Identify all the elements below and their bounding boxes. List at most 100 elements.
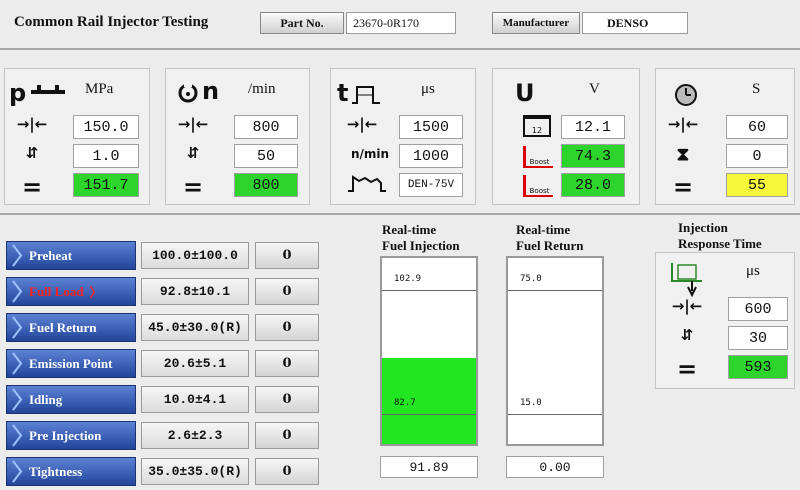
target-icon: →|← [346,115,378,133]
test-item-count-button[interactable]: 0 [255,350,319,377]
test-item-count-button[interactable]: 0 [255,278,319,305]
response-title: Injection Response Time [678,220,762,252]
return-lower-label: 15.0 [520,398,542,408]
battery-icon: 12 [523,115,551,137]
response-actual: 593 [728,355,788,379]
part-no-field[interactable]: 23670-0R170 [346,12,456,34]
test-item-tightness[interactable]: Tightness [6,457,136,486]
tolerance-icon: ⇵ [25,144,39,162]
chevron-right-icon [12,388,23,411]
test-item-idling[interactable]: Idling [6,385,136,414]
speed-symbol: n [202,77,220,105]
injection-title-line2: Fuel Injection [382,238,460,253]
injection-title-line1: Real-time [382,222,437,237]
chevron-right-icon [12,424,23,447]
section-separator [0,213,800,215]
test-item-spec: 35.0±35.0(R) [141,458,249,485]
return-upper-line [508,290,602,291]
return-tube-title: Real-time Fuel Return [516,222,584,254]
manufacturer-field[interactable]: DENSO [582,12,688,34]
test-item-count-button[interactable]: 0 [255,458,319,485]
test-item-spec: 92.8±10.1 [141,278,249,305]
test-item-full-load[interactable]: Full Load 〉 [6,277,136,306]
test-item-emission-point[interactable]: Emission Point [6,349,136,378]
equals-icon: = [21,173,43,201]
timer-unit: S [752,81,761,97]
speed-panel: n /min →|← 800 ⇵ 50 = 800 [165,68,310,205]
injection-value: 91.89 [380,456,478,478]
chevron-right-icon [12,280,23,303]
test-item-spec: 100.0±100.0 [141,242,249,269]
tolerance-icon: ⇵ [186,144,200,162]
chevron-right-icon [12,352,23,375]
part-no-button[interactable]: Part No. [260,12,344,34]
injection-upper-line [382,290,476,291]
pressure-panel: p MPa →|← 150.0 ⇵ 1.0 = 151.7 [4,68,150,205]
return-tube: 75.0 15.0 [506,256,604,446]
timer-target[interactable]: 60 [726,115,788,139]
response-title-line2: Response Time [678,236,762,251]
pressure-symbol: p [9,79,27,107]
injection-tube: 102.9 82.7 [380,256,478,446]
test-item-spec: 10.0±4.1 [141,386,249,413]
test-item-label: Tightness [29,463,83,479]
test-item-preheat[interactable]: Preheat [6,241,136,270]
boost-icon: Boost [523,175,553,197]
voltage-symbol: U [515,79,535,107]
pulse-symbol: t [337,79,349,107]
speed-unit: /min [248,81,276,97]
pressure-tolerance[interactable]: 1.0 [73,144,139,168]
test-item-count-button[interactable]: 0 [255,242,319,269]
test-item-fuel-return[interactable]: Fuel Return [6,313,136,342]
speed-target[interactable]: 800 [234,115,298,139]
rotation-icon [178,81,198,103]
pressure-target[interactable]: 150.0 [73,115,139,139]
test-item-count-button[interactable]: 0 [255,314,319,341]
test-item-count-button[interactable]: 0 [255,386,319,413]
response-target[interactable]: 600 [728,297,788,321]
injection-tube-title: Real-time Fuel Injection [382,222,460,254]
chevron-right-icon [12,460,23,483]
app-title: Common Rail Injector Testing [14,14,209,30]
boost-icon: Boost [523,146,553,168]
target-icon: →|← [671,297,703,315]
test-item-label: Preheat [29,247,73,263]
pulse-rate[interactable]: 1000 [399,144,463,168]
injector-icon [671,263,702,297]
timer-tolerance[interactable]: 0 [726,144,788,168]
active-marker-icon: 〉 [89,285,103,300]
hourglass-icon: ⧗ [676,144,690,165]
voltage-panel: U V 12 12.1 Boost 74.3 Boost 28.0 [492,68,640,205]
response-tolerance[interactable]: 30 [728,326,788,350]
pulse-unit: μs [421,81,435,97]
injection-lower-label: 82.7 [394,398,416,408]
clock-icon [675,84,697,106]
return-title-line1: Real-time [516,222,571,237]
speed-actual: 800 [234,173,298,197]
response-panel: μs →|← 600 ⇵ 30 = 593 [655,252,795,389]
speed-tolerance[interactable]: 50 [234,144,298,168]
timer-elapsed: 55 [726,173,788,197]
boost-voltage-2: 28.0 [561,173,625,197]
test-item-pre-injection[interactable]: Pre Injection [6,421,136,450]
response-unit: μs [746,263,760,279]
chevron-right-icon [12,316,23,339]
target-icon: →|← [177,115,209,133]
test-item-count-button[interactable]: 0 [255,422,319,449]
test-item-spec: 45.0±30.0(R) [141,314,249,341]
equals-icon: = [676,355,698,383]
pulse-width[interactable]: 1500 [399,115,463,139]
injection-lower-line [382,414,476,415]
timer-panel: S →|← 60 ⧗ 0 = 55 [655,68,795,205]
target-icon: →|← [667,115,699,133]
test-item-label: Fuel Return [29,319,97,335]
equals-icon: = [182,173,204,201]
test-item-label: Emission Point [29,355,113,371]
return-title-line2: Fuel Return [516,238,584,253]
test-item-spec: 20.6±5.1 [141,350,249,377]
test-item-label: Idling [29,391,63,407]
pulse-wave[interactable]: DEN-75V [399,173,463,197]
return-upper-label: 75.0 [520,274,542,284]
tolerance-icon: ⇵ [680,326,694,344]
manufacturer-button[interactable]: Manufacturer [492,12,580,34]
